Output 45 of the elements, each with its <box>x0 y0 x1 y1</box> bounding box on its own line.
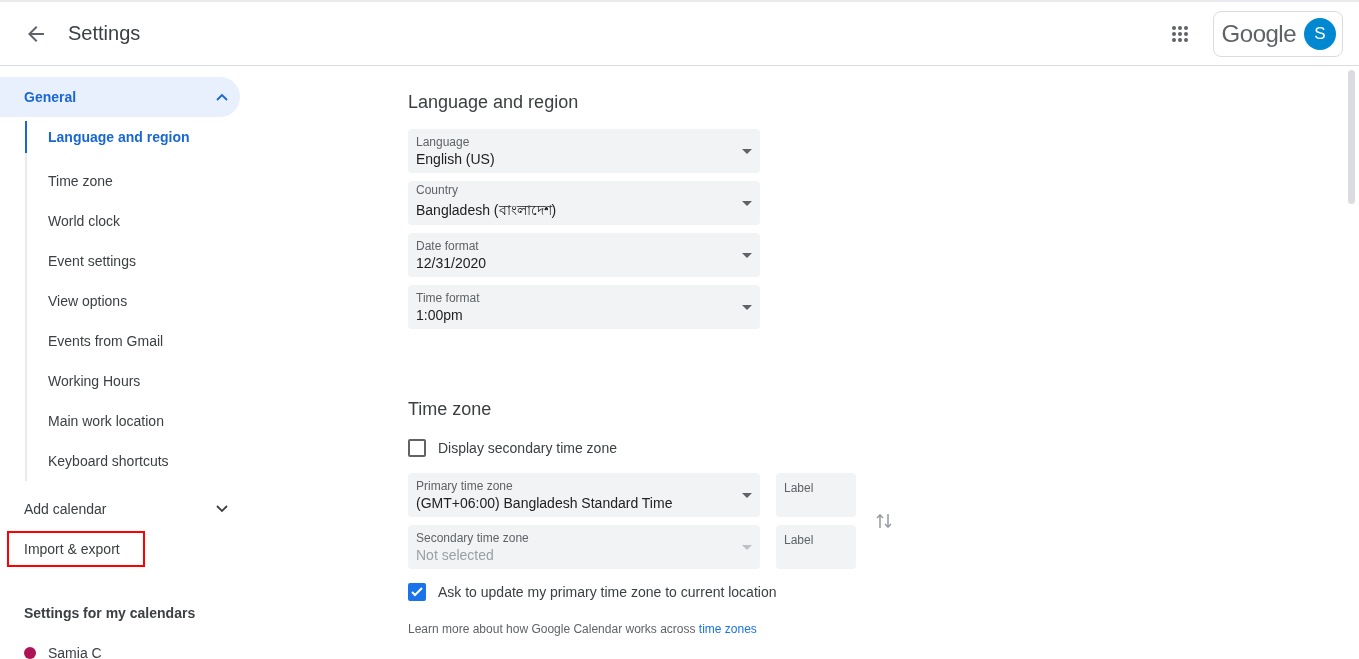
apps-grid-icon[interactable] <box>1170 24 1189 43</box>
dropdown-arrow-icon <box>742 304 752 310</box>
chevron-icon <box>216 505 228 513</box>
sidebar-subitem[interactable]: View options <box>25 281 240 321</box>
dropdown-arrow-icon <box>742 200 752 206</box>
scrollbar-thumb[interactable] <box>1348 70 1355 204</box>
section-title: Language and region <box>408 92 580 114</box>
dropdown-field[interactable]: Country Bangladesh (বাংলাদেশ) <box>408 181 760 225</box>
sidebar-subitem[interactable]: World clock <box>25 201 240 241</box>
account-button[interactable]: Google S <box>1212 10 1343 57</box>
logo-text: Google <box>1221 19 1296 48</box>
sidebar-item[interactable]: Add calendar <box>0 489 240 529</box>
page-title: Settings <box>68 22 141 45</box>
sidebar-subitem[interactable]: Events from Gmail <box>25 321 240 361</box>
label-field[interactable]: Label <box>776 473 856 517</box>
dropdown-field[interactable]: Date format 12/31/2020 <box>408 233 760 277</box>
section-title: Time zone <box>408 399 493 421</box>
checkbox-label: Display secondary time zone <box>438 440 617 456</box>
field-value: Not selected <box>416 547 495 563</box>
dropdown-field[interactable]: Primary time zone (GMT+06:00) Bangladesh Standard Time <box>408 473 760 517</box>
sidebar-subitem[interactable]: Language and region <box>25 121 240 153</box>
checkbox-label: Ask to update my primary time zone to current location <box>438 584 777 600</box>
checkbox[interactable] <box>408 583 426 601</box>
sidebar-subitem[interactable]: Main work location <box>25 401 240 441</box>
section-heading: Settings for my calendars <box>24 605 197 623</box>
calendar-name[interactable]: Samia C <box>48 645 102 659</box>
sidebar-subitem[interactable]: Event settings <box>25 241 240 281</box>
help-text: Learn more about how Google Calendar works across time zones <box>408 622 758 636</box>
checkbox[interactable] <box>408 439 426 457</box>
dropdown-arrow-icon <box>742 252 752 258</box>
sidebar-subitem[interactable]: Time zone <box>25 161 240 201</box>
avatar[interactable]: S <box>1304 17 1336 50</box>
dropdown-field[interactable]: Language English (US) <box>408 129 760 173</box>
time-zones-link[interactable]: time zones <box>698 622 757 636</box>
sidebar-subitem[interactable]: Working Hours <box>25 361 240 401</box>
dropdown-arrow-icon <box>742 544 752 550</box>
field-value: (GMT+06:00) Bangladesh Standard Time <box>416 495 673 511</box>
dropdown-arrow-icon <box>742 148 752 154</box>
sidebar-item[interactable]: General <box>0 77 240 117</box>
chevron-icon <box>216 93 228 101</box>
swap-arrows-icon[interactable] <box>876 512 892 530</box>
sidebar-item[interactable]: Import & export <box>7 531 145 567</box>
dropdown-field[interactable]: Time format 1:00pm <box>408 285 760 329</box>
dropdown-arrow-icon <box>742 492 752 498</box>
sidebar-subitem[interactable]: Keyboard shortcuts <box>25 441 240 481</box>
